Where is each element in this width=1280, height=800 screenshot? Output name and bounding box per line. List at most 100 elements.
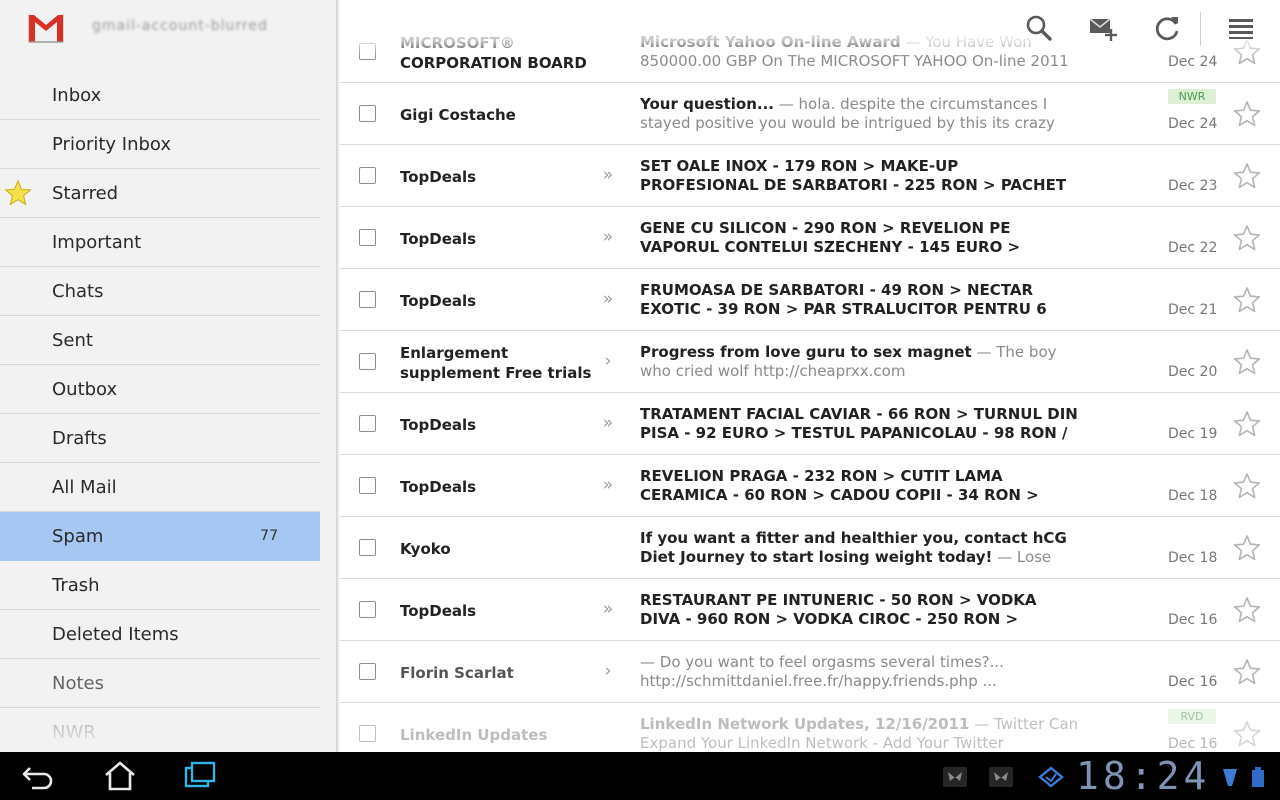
- sidebar-item-important[interactable]: Important: [0, 218, 320, 267]
- message-date: Dec 19: [1168, 426, 1218, 442]
- message-checkbox[interactable]: [359, 415, 376, 432]
- compose-icon[interactable]: [1088, 13, 1118, 43]
- sidebar-item-all-mail[interactable]: All Mail: [0, 463, 320, 512]
- label-tag: RVD: [1168, 709, 1216, 724]
- sidebar-item-trash[interactable]: Trash: [0, 561, 320, 610]
- message-checkbox[interactable]: [359, 353, 376, 370]
- star-icon[interactable]: [1233, 596, 1261, 624]
- message-row[interactable]: TopDeals » SET OALE INOX - 179 RON > MAKE-…: [340, 145, 1280, 207]
- message-sender: TopDeals: [400, 467, 600, 507]
- message-subject-block: If you want a fitter and healthier you, …: [640, 529, 1080, 569]
- importance-marker-icon: »: [602, 165, 614, 185]
- recent-apps-icon[interactable]: [180, 760, 220, 792]
- message-checkbox[interactable]: [359, 477, 376, 494]
- importance-marker-icon: »: [602, 289, 614, 309]
- message-checkbox[interactable]: [359, 663, 376, 680]
- message-date: Dec 16: [1168, 674, 1218, 690]
- sidebar-item-label: Trash: [52, 575, 100, 596]
- account-name[interactable]: gmail-account-blurred: [92, 18, 268, 34]
- message-checkbox[interactable]: [359, 725, 376, 742]
- message-row[interactable]: Kyoko If you want a fitter and healthier …: [340, 517, 1280, 579]
- sidebar-item-spam[interactable]: Spam 77: [0, 512, 320, 561]
- battery-icon[interactable]: [1250, 766, 1266, 788]
- sender-name: TopDeals: [400, 168, 477, 186]
- message-checkbox[interactable]: [359, 539, 376, 556]
- message-checkbox[interactable]: [359, 601, 376, 618]
- sidebar-item-drafts[interactable]: Drafts: [0, 414, 320, 463]
- sidebar-item-label: Inbox: [52, 85, 102, 106]
- clock[interactable]: 18:24: [1076, 756, 1210, 796]
- message-checkbox[interactable]: [359, 229, 376, 246]
- menu-icon[interactable]: [1226, 13, 1256, 43]
- star-icon[interactable]: [1233, 348, 1261, 376]
- message-sender: TopDeals: [400, 591, 600, 631]
- home-icon[interactable]: [100, 760, 140, 792]
- sidebar-item-label: Drafts: [52, 428, 107, 449]
- message-subject-block: REVELION PRAGA - 232 RON > CUTIT LAMA CE…: [640, 467, 1080, 507]
- star-icon[interactable]: [1233, 100, 1261, 128]
- message-sender: LinkedIn Updates: [400, 715, 600, 752]
- message-sender: Gigi Costache: [400, 95, 600, 135]
- message-sender: Kyoko: [400, 529, 600, 569]
- star-icon[interactable]: [1233, 472, 1261, 500]
- star-icon[interactable]: [1233, 286, 1261, 314]
- message-row[interactable]: Enlargement supplement Free trials › Progr…: [340, 331, 1280, 393]
- star-icon[interactable]: [1233, 534, 1261, 562]
- star-icon[interactable]: [1233, 658, 1261, 686]
- message-sender: TopDeals: [400, 219, 600, 259]
- sender-name: Gigi Costache: [400, 106, 516, 124]
- message-row[interactable]: TopDeals » TRATAMENT FACIAL CAVIAR - 66 RO…: [340, 393, 1280, 455]
- message-subject-block: LinkedIn Network Updates, 12/16/2011 — T…: [640, 715, 1080, 752]
- sender-name: TopDeals: [400, 292, 477, 310]
- sidebar-item-nwr[interactable]: NWR: [0, 708, 320, 752]
- message-date: Dec 18: [1168, 550, 1218, 566]
- message-row[interactable]: TopDeals » FRUMOASA DE SARBATORI - 49 RON …: [340, 269, 1280, 331]
- message-row[interactable]: TopDeals » RESTAURANT PE INTUNERIC - 50 RO…: [340, 579, 1280, 641]
- refresh-icon[interactable]: [1152, 13, 1182, 43]
- message-subject-block: TRATAMENT FACIAL CAVIAR - 66 RON > TURNU…: [640, 405, 1080, 445]
- importance-marker-icon: »: [602, 227, 614, 247]
- unread-count: 77: [260, 528, 278, 544]
- wifi-signal-icon[interactable]: [1222, 766, 1238, 788]
- notification-icon[interactable]: [942, 766, 968, 788]
- star-icon[interactable]: [1233, 224, 1261, 252]
- sidebar-item-label: Starred: [52, 183, 119, 204]
- message-checkbox[interactable]: [359, 105, 376, 122]
- sender-name: Enlargement supplement Free trials: [400, 344, 592, 382]
- sidebar-item-sent[interactable]: Sent: [0, 316, 320, 365]
- message-checkbox[interactable]: [359, 167, 376, 184]
- message-row[interactable]: Florin Scarlat › — Do you want to feel or…: [340, 641, 1280, 703]
- back-icon[interactable]: [18, 760, 58, 792]
- label-list: Inbox Priority Inbox Starred Important Chats…: [0, 71, 320, 752]
- sender-name: LinkedIn Updates: [400, 726, 548, 744]
- sidebar-item-notes[interactable]: Notes: [0, 659, 320, 708]
- message-row[interactable]: LinkedIn Updates LinkedIn Network Updates…: [340, 703, 1280, 752]
- star-icon[interactable]: [1233, 410, 1261, 438]
- sidebar-item-chats[interactable]: Chats: [0, 267, 320, 316]
- gmail-logo-icon[interactable]: [24, 9, 68, 49]
- message-row[interactable]: TopDeals » REVELION PRAGA - 232 RON > CUTI…: [340, 455, 1280, 517]
- sidebar-item-starred[interactable]: Starred: [0, 169, 320, 218]
- sidebar-item-inbox[interactable]: Inbox: [0, 71, 320, 120]
- message-sender: Enlargement supplement Free trials: [400, 343, 600, 383]
- message-date: Dec 21: [1168, 302, 1218, 318]
- message-row[interactable]: Gigi Costache Your question... — hola. de…: [340, 83, 1280, 145]
- message-subject-block: RESTAURANT PE INTUNERIC - 50 RON > VODKA…: [640, 591, 1080, 631]
- notification-icon[interactable]: [988, 766, 1014, 788]
- sidebar-item-priority-inbox[interactable]: Priority Inbox: [0, 120, 320, 169]
- message-subject: SET OALE INOX - 179 RON > MAKE-UP PROFES…: [640, 157, 1067, 197]
- sidebar-item-label: Notes: [52, 673, 104, 694]
- message-subject-block: SET OALE INOX - 179 RON > MAKE-UP PROFES…: [640, 157, 1080, 197]
- star-icon[interactable]: [1233, 162, 1261, 190]
- sync-icon[interactable]: [1038, 766, 1064, 788]
- star-icon[interactable]: [1233, 720, 1261, 748]
- sidebar-item-deleted-items[interactable]: Deleted Items: [0, 610, 320, 659]
- sender-name: Florin Scarlat: [400, 664, 514, 682]
- message-sender: TopDeals: [400, 281, 600, 321]
- search-icon[interactable]: [1024, 13, 1054, 43]
- sidebar-item-outbox[interactable]: Outbox: [0, 365, 320, 414]
- message-subject: REVELION PRAGA - 232 RON > CUTIT LAMA CE…: [640, 467, 1039, 507]
- message-date: Dec 24: [1168, 116, 1218, 132]
- message-checkbox[interactable]: [359, 291, 376, 308]
- message-row[interactable]: TopDeals » GENE CU SILICON - 290 RON > REV…: [340, 207, 1280, 269]
